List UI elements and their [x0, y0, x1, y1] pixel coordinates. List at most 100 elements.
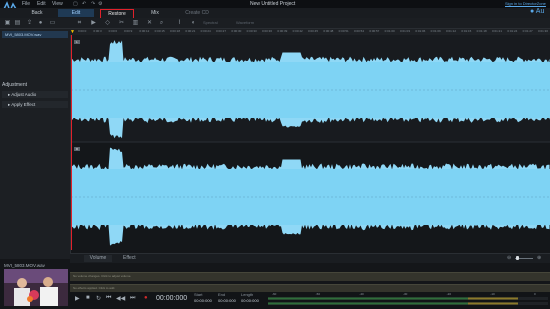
meter-label: -50: [315, 292, 320, 296]
meter-label: -30: [403, 292, 408, 296]
ruler-tick-label: 0:01:06: [415, 29, 426, 33]
apply-effect-label: Apply Effect: [11, 102, 36, 107]
play-icon[interactable]: ▶: [75, 295, 80, 302]
start-label: Start: [194, 292, 203, 297]
adjust-audio-label: Adjust Audio: [11, 92, 37, 97]
ruler-tick-label: 0:01:03: [400, 29, 411, 33]
mute-icon[interactable]: ◐: [190, 20, 197, 26]
meter-label: -20: [446, 292, 451, 296]
trim-label[interactable]: Waveform: [236, 20, 254, 25]
menu-file[interactable]: File: [22, 1, 30, 7]
settings-icon[interactable]: ⚙: [98, 1, 102, 7]
undo-icon[interactable]: ↶: [82, 1, 86, 7]
volume-track-label: No volume changes. Click to adjust volum…: [73, 274, 132, 278]
ruler-tick-label: 0:00:33: [246, 29, 257, 33]
zoom-out-icon[interactable]: ⊖: [507, 255, 511, 261]
ruler-tick-label: 0:00:57: [369, 29, 380, 33]
meter-label: 0: [534, 292, 536, 296]
ruler-tick-label: 0:00:0: [78, 29, 87, 33]
crop-icon[interactable]: ⌗: [76, 20, 83, 26]
waveform-core: [71, 62, 550, 118]
tab-effect[interactable]: Effect: [123, 255, 136, 261]
mark-icon[interactable]: ◇: [104, 20, 111, 26]
ruler-tick-label: 0:01:12: [446, 29, 457, 33]
split-icon[interactable]: ⌇: [176, 20, 183, 26]
rewind-icon[interactable]: ◀◀: [116, 295, 125, 302]
menu-view[interactable]: View: [52, 1, 63, 7]
waveform-display[interactable]: [71, 35, 550, 250]
tab-back[interactable]: Back: [26, 9, 48, 17]
ruler-tick-label: 0:00:30: [231, 29, 242, 33]
tab-edit[interactable]: Edit: [58, 9, 94, 17]
apply-effect-item[interactable]: ▸ Apply Effect: [2, 101, 68, 108]
ruler-tick-label: 0:00:51: [338, 29, 349, 33]
zoom-in-icon[interactable]: ⊕: [537, 255, 541, 261]
new-icon[interactable]: ▢: [73, 1, 78, 7]
ruler-tick-label: 0:00:27: [216, 29, 227, 33]
zoom-icon[interactable]: ⌕: [158, 20, 165, 26]
ruler-tick-label: 0:00:36: [262, 29, 273, 33]
left-channel-label[interactable]: L: [74, 40, 80, 44]
meter-label: -40: [359, 292, 364, 296]
ruler-tick-label: 0:01:15: [461, 29, 472, 33]
ruler-tick-label: 0:00:48: [323, 29, 334, 33]
next-icon[interactable]: ⏭: [130, 295, 135, 302]
ruler-tick-label: 0:01:09: [430, 29, 441, 33]
play-region-icon[interactable]: ▶: [90, 20, 97, 26]
ruler-tick-label: 0:00:21: [185, 29, 196, 33]
ruler-tick-label: 0:00:6: [108, 29, 117, 33]
tab-mix[interactable]: Mix: [144, 9, 166, 17]
effect-tab-bar: [70, 253, 550, 263]
left-panel: [0, 29, 71, 259]
menu-edit[interactable]: Edit: [37, 1, 46, 7]
record-icon[interactable]: ●: [37, 20, 44, 26]
loop-icon[interactable]: ↻: [96, 295, 101, 302]
waveform-core: [71, 169, 550, 225]
brand-text: Au: [535, 8, 545, 15]
length-value: 00:00:000: [241, 298, 259, 303]
ruler-tick-label: 0:00:12: [139, 29, 150, 33]
ruler-tick-label: 0:01:18: [476, 29, 487, 33]
stop-icon[interactable]: ■: [86, 295, 90, 301]
tab-create-cd[interactable]: Create CD: [182, 9, 212, 17]
save-icon[interactable]: ▤: [14, 20, 21, 26]
record-button-icon[interactable]: ●: [144, 295, 148, 301]
length-label: Length: [241, 292, 254, 297]
ruler-tick-label: 0:00:45: [308, 29, 319, 33]
meter-label: -10: [490, 292, 495, 296]
mode-label[interactable]: Spectral: [203, 20, 218, 25]
ruler-tick-label: 0:01:21: [492, 29, 503, 33]
import-icon[interactable]: ⇪: [26, 20, 33, 26]
adjustment-heading: Adjustment: [2, 82, 28, 88]
end-value[interactable]: 00:00:000: [218, 298, 236, 303]
redo-icon[interactable]: ↷: [91, 1, 95, 7]
ruler-tick-label: 0:01:24: [507, 29, 518, 33]
volume-track[interactable]: No volume changes. Click to adjust volum…: [70, 272, 550, 281]
ruler-tick-label: 0:01:27: [522, 29, 533, 33]
signin-link[interactable]: Sign in to DirectorZone: [505, 1, 546, 6]
media-item[interactable]: MVI_5803.MOV.wav: [2, 31, 68, 38]
start-value[interactable]: 00:00:000: [194, 298, 212, 303]
ruler-tick-label: 0:00:18: [170, 29, 181, 33]
zoom-slider-handle[interactable]: [516, 256, 519, 260]
effect-track-label: No effects applied. Click to add.: [73, 286, 116, 290]
ruler-tick-label: 0:00:15: [154, 29, 165, 33]
level-meter: [268, 297, 548, 305]
ruler-tick-label: 0:00:3: [93, 29, 102, 33]
cut-icon[interactable]: ✂: [118, 20, 125, 26]
ruler-tick-label: 0:01:30: [538, 29, 549, 33]
brand-logo: ● Au: [530, 8, 545, 15]
delete-icon[interactable]: ✕: [146, 20, 153, 26]
export-icon[interactable]: ▭: [49, 20, 56, 26]
ruler-tick-label: 0:00:42: [292, 29, 303, 33]
open-icon[interactable]: ▣: [4, 20, 11, 26]
ruler-tick-label: 0:00:54: [354, 29, 365, 33]
tab-volume[interactable]: Volume: [84, 255, 112, 262]
right-channel-label[interactable]: R: [74, 147, 80, 151]
timecode-display: 00:00:000: [156, 295, 188, 302]
file-name: MVI_5803.MOV.wav: [4, 263, 45, 268]
adjust-audio-item[interactable]: ▸ Adjust Audio: [2, 91, 68, 98]
paste-icon[interactable]: ▥: [132, 20, 139, 26]
meter-label: -60: [272, 292, 277, 296]
previous-icon[interactable]: ⏮: [106, 295, 111, 302]
